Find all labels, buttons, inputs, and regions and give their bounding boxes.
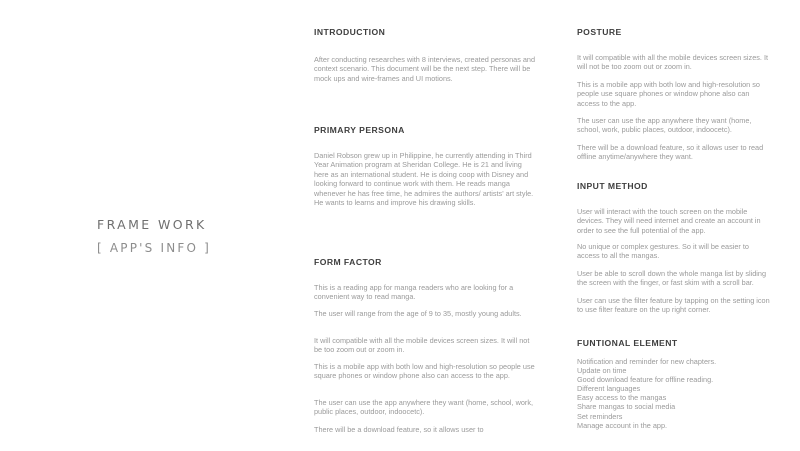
posture-paragraph: The user can use the app anywhere they w… xyxy=(577,116,752,135)
posture-paragraph: It will compatible with all the mobile d… xyxy=(577,53,769,72)
form-factor-paragraph: The user will range from the age of 9 to… xyxy=(314,309,522,318)
list-item: Update on time xyxy=(577,366,627,376)
form-factor-heading: FORM FACTOR xyxy=(314,257,382,267)
framework-page: FRAME WORK [ APP'S INFO ] INTRODUCTION A… xyxy=(0,0,800,451)
form-factor-paragraph: It will compatible with all the mobile d… xyxy=(314,336,530,355)
list-item: Manage account in the app. xyxy=(577,420,668,430)
input-method-paragraph: User be able to scroll down the whole ma… xyxy=(577,269,767,288)
list-item: Easy access to the mangas xyxy=(577,393,667,403)
primary-persona-heading: PRIMARY PERSONA xyxy=(314,125,405,135)
form-factor-paragraph: The user can use the app anywhere they w… xyxy=(314,398,534,417)
input-method-paragraph: User will interact with the touch screen… xyxy=(577,207,761,235)
posture-paragraph: There will be a download feature, so it … xyxy=(577,143,764,162)
list-item: Good download feature for offline readin… xyxy=(577,375,714,385)
form-factor-paragraph: This is a reading app for manga readers … xyxy=(314,283,514,302)
list-item: Notification and reminder for new chapte… xyxy=(577,357,717,366)
list-item: Share mangas to social media xyxy=(577,402,676,412)
input-method-paragraph: No unique or complex gestures. So it wil… xyxy=(577,242,749,261)
input-method-paragraph: User can use the filter feature by tappi… xyxy=(577,296,770,315)
introduction-text: After conducting researches with 8 inter… xyxy=(314,55,536,83)
functional-element-heading: FUNTIONAL ELEMENT xyxy=(577,338,678,348)
form-factor-paragraph: There will be a download feature, so it … xyxy=(314,425,484,434)
introduction-heading: INTRODUCTION xyxy=(314,27,386,37)
functional-element-list: Notification and reminder for new chapte… xyxy=(577,357,716,430)
posture-paragraph: This is a mobile app with both low and h… xyxy=(577,80,760,108)
list-item: Different languages xyxy=(577,384,641,394)
page-subtitle: [ APP'S INFO ] xyxy=(97,241,212,255)
posture-heading: POSTURE xyxy=(577,27,622,37)
primary-persona-text: Daniel Robson grew up in Philippine, he … xyxy=(314,151,534,208)
input-method-heading: INPUT METHOD xyxy=(577,181,648,191)
list-item: Set reminders xyxy=(577,411,623,421)
page-title: FRAME WORK xyxy=(97,217,207,232)
form-factor-paragraph: This is a mobile app with both low and h… xyxy=(314,362,535,381)
